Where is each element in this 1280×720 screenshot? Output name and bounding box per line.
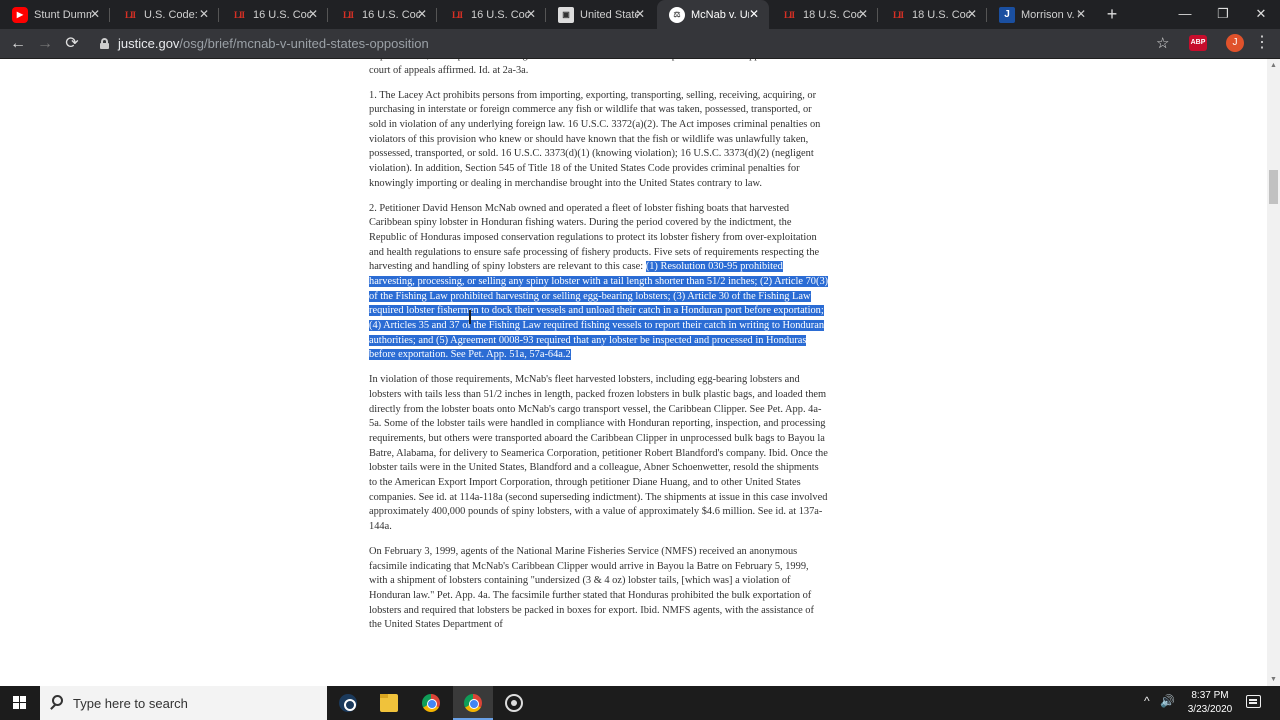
close-icon[interactable]: ✕ (88, 7, 102, 21)
chrome-icon (422, 694, 440, 712)
tab-document[interactable]: ▣ United State ✕ (546, 0, 655, 29)
url-path: /osg/brief/mcnab-v-united-states-opposit… (179, 36, 429, 51)
tab-title: McNab v. Ur (691, 8, 749, 21)
youtube-icon: ▶ (12, 6, 28, 23)
scroll-down-icon[interactable]: ▼ (1267, 673, 1280, 686)
chrome-icon (464, 694, 482, 712)
close-icon[interactable]: ✕ (633, 7, 647, 21)
close-icon[interactable]: ✕ (1074, 7, 1088, 21)
new-tab-button[interactable]: + (1102, 4, 1122, 24)
tab-title: Stunt Dumm (34, 8, 92, 21)
tab-title: 16 U.S. Code (362, 8, 420, 21)
tab-title: 18 U.S. Code (803, 8, 861, 21)
start-button[interactable] (0, 686, 40, 720)
tab-lii[interactable]: LII U.S. Code: Ti ✕ (110, 0, 219, 29)
reload-button[interactable]: ⟳ (62, 34, 82, 54)
lii-icon: LII (124, 9, 136, 20)
lock-icon[interactable] (100, 38, 109, 49)
browser-toolbar: ← → ⟳ justice.gov/osg/brief/mcnab-v-unit… (0, 29, 1280, 59)
taskbar-app-explorer[interactable] (369, 686, 409, 720)
search-placeholder: Type here to search (73, 696, 188, 711)
tray-chevron-icon[interactable]: ^ (1144, 694, 1150, 708)
windows-taskbar: Type here to search ^ 🔊 8:37 PM 3/23/202… (0, 686, 1280, 720)
profile-avatar[interactable]: J (1226, 34, 1244, 52)
close-icon[interactable]: ✕ (524, 7, 538, 21)
taskbar-search-box[interactable]: Type here to search (40, 686, 327, 720)
obs-icon (505, 694, 523, 712)
address-bar[interactable]: justice.gov/osg/brief/mcnab-v-united-sta… (92, 32, 1182, 56)
text-cursor-icon (469, 310, 471, 324)
tab-title: 16 U.S. Code (471, 8, 529, 21)
justice-seal-icon: ⚖ (669, 6, 685, 23)
close-icon[interactable]: ✕ (197, 7, 211, 21)
taskbar-app-steam[interactable] (328, 686, 368, 720)
screen: ▶ Stunt Dumm ✕ LII U.S. Code: Ti ✕ LII 1… (0, 0, 1280, 720)
tab-strip: ▶ Stunt Dumm ✕ LII U.S. Code: Ti ✕ LII 1… (0, 0, 1280, 29)
lii-icon: LII (342, 9, 354, 20)
tab-title: U.S. Code: Ti (144, 8, 202, 21)
close-icon[interactable]: ✕ (306, 7, 320, 21)
notification-center-icon[interactable] (1246, 695, 1261, 708)
scroll-up-icon[interactable]: ▲ (1267, 59, 1280, 72)
tab-lii[interactable]: LII 18 U.S. Code ✕ (878, 0, 987, 29)
taskbar-app-chrome-active[interactable] (453, 686, 493, 720)
close-window-button[interactable]: ✕ (1242, 0, 1280, 29)
url-domain: justice.gov (118, 36, 180, 51)
tab-title: 18 U.S. Code (912, 8, 970, 21)
document-icon: ▣ (558, 6, 574, 23)
paragraph-mcnab-fleet: 2. Petitioner David Henson McNab owned a… (369, 202, 829, 363)
tab-youtube[interactable]: ▶ Stunt Dumm ✕ (0, 0, 110, 29)
steam-icon (339, 694, 357, 712)
vertical-scrollbar[interactable]: ▲ ▼ (1267, 59, 1280, 686)
paragraph-nmfs: On February 3, 1999, agents of the Natio… (369, 545, 814, 631)
taskbar-app-obs[interactable] (494, 686, 534, 720)
close-icon[interactable]: ✕ (856, 7, 870, 21)
scrollbar-thumb[interactable] (1269, 170, 1278, 204)
clock-time: 8:37 PM (1191, 690, 1229, 701)
paragraph-sentencing: imprisonment, while petitioner Huang was… (369, 59, 809, 76)
tab-lii[interactable]: LII 16 U.S. Code ✕ (219, 0, 328, 29)
kebab-menu-icon[interactable]: ⋮ (1254, 33, 1270, 53)
file-explorer-icon (380, 694, 398, 712)
tab-mcnab-active[interactable]: ⚖ McNab v. Ur ✕ (657, 0, 769, 29)
minimize-button[interactable]: — (1166, 0, 1204, 29)
tab-title: United State (580, 8, 638, 21)
tab-justia[interactable]: J Morrison v. I ✕ (987, 0, 1096, 29)
lii-icon: LII (783, 9, 795, 20)
lii-icon: LII (233, 9, 245, 20)
tab-title: Morrison v. I (1021, 8, 1079, 21)
paragraph-lacey-act: 1. The Lacey Act prohibits persons from … (369, 89, 821, 189)
page-viewport: imprisonment, while petitioner Huang was… (0, 59, 1267, 686)
volume-icon[interactable]: 🔊 (1160, 694, 1175, 708)
selected-text[interactable]: (1) Resolution 030-95 prohibited harvest… (369, 261, 829, 361)
tab-lii[interactable]: LII 16 U.S. Code ✕ (437, 0, 546, 29)
taskbar-app-chrome[interactable] (411, 686, 451, 720)
system-clock[interactable]: 8:37 PM 3/23/2020 (1180, 689, 1240, 717)
maximize-button[interactable]: ❐ (1204, 0, 1242, 29)
close-icon[interactable]: ✕ (747, 7, 761, 21)
paragraph-violations: In violation of those requirements, McNa… (369, 374, 828, 532)
close-icon[interactable]: ✕ (965, 7, 979, 21)
adblock-plus-icon[interactable]: ABP (1189, 35, 1207, 51)
justia-icon: J (999, 6, 1015, 23)
forward-button[interactable]: → (35, 34, 55, 54)
windows-logo-icon (13, 696, 27, 710)
search-icon (52, 695, 63, 706)
clock-date: 3/23/2020 (1187, 704, 1233, 715)
tab-lii[interactable]: LII 16 U.S. Code ✕ (328, 0, 437, 29)
close-icon[interactable]: ✕ (415, 7, 429, 21)
brief-article: imprisonment, while petitioner Huang was… (369, 59, 829, 643)
tab-lii[interactable]: LII 18 U.S. Code ✕ (769, 0, 878, 29)
url-text[interactable]: justice.gov/osg/brief/mcnab-v-united-sta… (118, 36, 429, 51)
bookmark-star-icon[interactable]: ☆ (1156, 34, 1169, 52)
lii-icon: LII (451, 9, 463, 20)
tab-title: 16 U.S. Code (253, 8, 311, 21)
lii-icon: LII (892, 9, 904, 20)
back-button[interactable]: ← (8, 34, 28, 54)
